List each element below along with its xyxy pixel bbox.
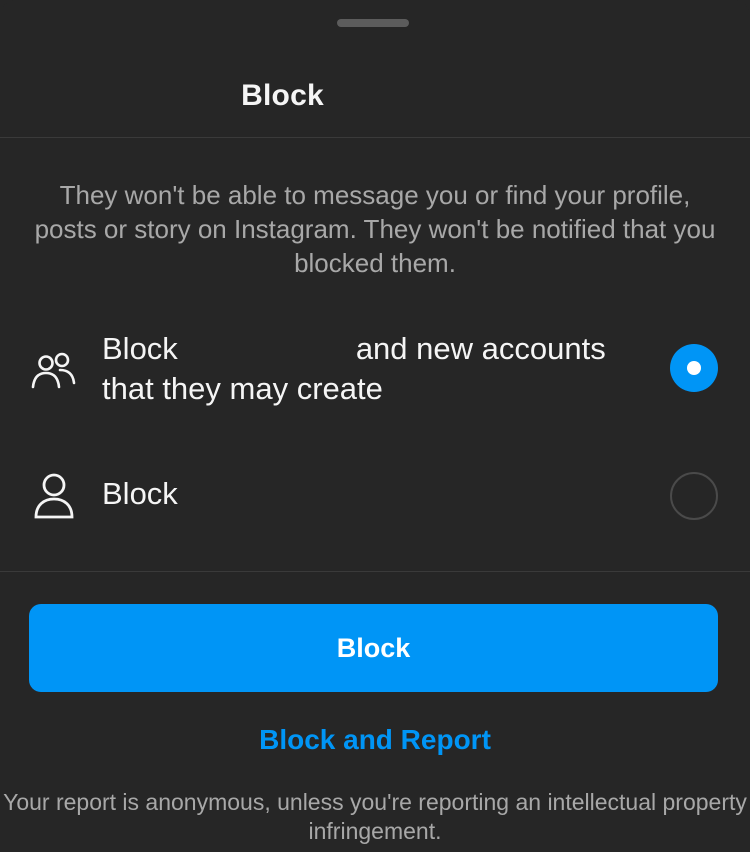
block-and-report-button[interactable]: Block and Report [0, 720, 750, 760]
option-block-all-accounts[interactable]: Block and new accounts that they may crea… [0, 325, 750, 420]
users-icon [31, 352, 76, 389]
radio-unselected[interactable] [670, 472, 718, 520]
user-icon [34, 473, 74, 519]
header-divider [0, 137, 750, 138]
options-divider [0, 571, 750, 572]
option-block-account[interactable]: Block [0, 462, 750, 532]
report-footnote: Your report is anonymous, unless you're … [3, 789, 747, 844]
option-label-start: Block [102, 331, 178, 366]
page-title: Block [241, 79, 324, 112]
option-block-all-label: Block and new accounts that they may crea… [102, 329, 622, 409]
sheet-drag-handle[interactable] [337, 19, 409, 27]
block-button[interactable]: Block [29, 604, 718, 692]
block-bottom-sheet: Block They won't be able to message you … [0, 0, 750, 852]
block-description: They won't be able to message you or fin… [34, 180, 716, 278]
radio-dot [687, 361, 701, 375]
option-block-label: Block [102, 476, 178, 511]
radio-selected[interactable] [670, 344, 718, 392]
sheet-header: Block [0, 56, 565, 136]
